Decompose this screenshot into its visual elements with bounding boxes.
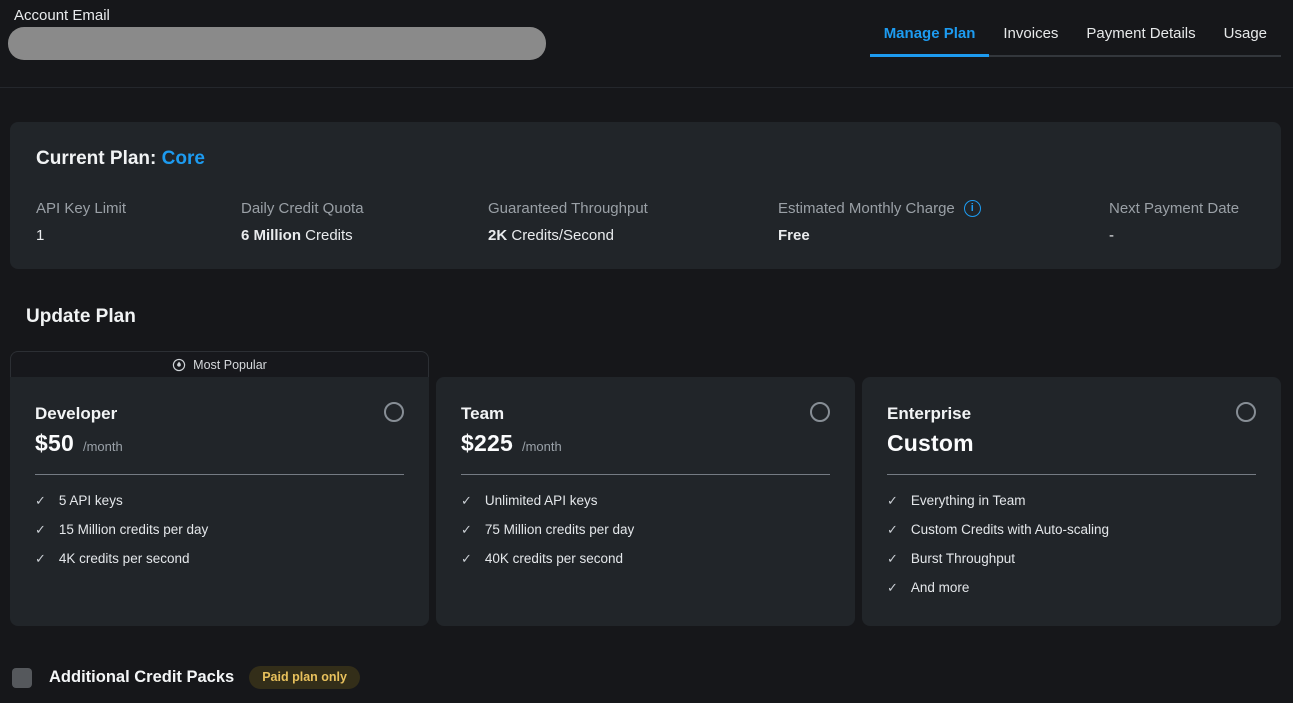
stat-next-payment-date: Next Payment Date - <box>1109 200 1255 244</box>
billing-tabs: Manage Plan Invoices Payment Details Usa… <box>870 25 1281 57</box>
stat-value: 2K Credits/Second <box>488 227 778 244</box>
plan-period: /month <box>522 439 562 454</box>
stat-value: 1 <box>36 227 241 244</box>
check-icon: ✓ <box>887 579 898 597</box>
plan-price: $50 <box>35 430 74 457</box>
check-icon: ✓ <box>461 521 472 539</box>
plan-divider <box>35 474 404 475</box>
plan-features: ✓5 API keys ✓15 Million credits per day … <box>35 492 404 568</box>
tab-manage-plan[interactable]: Manage Plan <box>870 25 990 57</box>
stat-label: API Key Limit <box>36 200 241 217</box>
tab-invoices[interactable]: Invoices <box>989 25 1072 55</box>
stat-label: Estimated Monthly Chargei <box>778 200 1109 217</box>
plan-price: Custom <box>887 430 974 457</box>
plan-feature: ✓And more <box>887 579 1256 597</box>
additional-credit-packs-label: Additional Credit Packs <box>49 668 234 687</box>
plan-price: $225 <box>461 430 513 457</box>
plan-name: Enterprise <box>887 404 1256 424</box>
plan-card-developer[interactable]: Developer $50 /month ✓5 API keys ✓15 Mil… <box>10 377 429 626</box>
stat-daily-credit-quota: Daily Credit Quota 6 Million Credits <box>241 200 488 244</box>
check-icon: ✓ <box>887 550 898 568</box>
stat-label: Guaranteed Throughput <box>488 200 778 217</box>
current-plan-name: Core <box>162 148 205 169</box>
plan-radio-developer[interactable] <box>384 402 404 422</box>
flame-icon <box>172 358 186 372</box>
plan-feature: ✓15 Million credits per day <box>35 521 404 539</box>
check-icon: ✓ <box>461 492 472 510</box>
most-popular-label: Most Popular <box>193 358 267 372</box>
plan-feature: ✓Unlimited API keys <box>461 492 830 510</box>
check-icon: ✓ <box>35 550 46 568</box>
band-spacer <box>862 351 1281 377</box>
check-icon: ✓ <box>35 492 46 510</box>
tab-usage[interactable]: Usage <box>1210 25 1281 55</box>
plan-column-enterprise: Enterprise Custom ✓Everything in Team ✓C… <box>862 351 1281 626</box>
stat-label: Next Payment Date <box>1109 200 1255 217</box>
check-icon: ✓ <box>887 521 898 539</box>
plan-column-team: Team $225 /month ✓Unlimited API keys ✓75… <box>436 351 855 626</box>
plan-divider <box>461 474 830 475</box>
stat-label: Daily Credit Quota <box>241 200 488 217</box>
plan-card-team[interactable]: Team $225 /month ✓Unlimited API keys ✓75… <box>436 377 855 626</box>
current-plan-stats: API Key Limit 1 Daily Credit Quota 6 Mil… <box>36 200 1255 244</box>
plan-feature: ✓Everything in Team <box>887 492 1256 510</box>
current-plan-card: Current Plan: Core API Key Limit 1 Daily… <box>10 122 1281 269</box>
update-plan-heading: Update Plan <box>26 306 1293 328</box>
plan-feature: ✓40K credits per second <box>461 550 830 568</box>
plan-features: ✓Unlimited API keys ✓75 Million credits … <box>461 492 830 568</box>
plan-column-developer: Most Popular Developer $50 /month ✓5 API… <box>10 351 429 626</box>
plan-features: ✓Everything in Team ✓Custom Credits with… <box>887 492 1256 597</box>
check-icon: ✓ <box>887 492 898 510</box>
plan-price-row: $50 /month <box>35 430 404 457</box>
plan-divider <box>887 474 1256 475</box>
plan-feature: ✓4K credits per second <box>35 550 404 568</box>
stat-guaranteed-throughput: Guaranteed Throughput 2K Credits/Second <box>488 200 778 244</box>
stat-estimated-monthly-charge: Estimated Monthly Chargei Free <box>778 200 1109 244</box>
plan-cards-row: Most Popular Developer $50 /month ✓5 API… <box>10 351 1281 626</box>
current-plan-title: Current Plan: Core <box>36 148 1255 170</box>
account-email-input[interactable] <box>8 27 546 60</box>
stat-value: Free <box>778 227 1109 244</box>
plan-name: Team <box>461 404 830 424</box>
additional-credit-packs-checkbox[interactable] <box>12 668 32 688</box>
plan-radio-enterprise[interactable] <box>1236 402 1256 422</box>
top-bar: Account Email Manage Plan Invoices Payme… <box>0 0 1293 88</box>
plan-card-enterprise[interactable]: Enterprise Custom ✓Everything in Team ✓C… <box>862 377 1281 626</box>
check-icon: ✓ <box>461 550 472 568</box>
stat-value: - <box>1109 227 1255 244</box>
check-icon: ✓ <box>35 521 46 539</box>
additional-credit-packs-row: Additional Credit Packs Paid plan only <box>12 666 1293 689</box>
stat-api-key-limit: API Key Limit 1 <box>36 200 241 244</box>
paid-plan-only-badge: Paid plan only <box>249 666 360 689</box>
account-email-label: Account Email <box>14 7 110 24</box>
plan-feature: ✓5 API keys <box>35 492 404 510</box>
plan-name: Developer <box>35 404 404 424</box>
tab-payment-details[interactable]: Payment Details <box>1072 25 1209 55</box>
band-spacer <box>436 351 855 377</box>
plan-feature: ✓75 Million credits per day <box>461 521 830 539</box>
plan-feature: ✓Burst Throughput <box>887 550 1256 568</box>
most-popular-badge: Most Popular <box>10 351 429 377</box>
plan-feature: ✓Custom Credits with Auto-scaling <box>887 521 1256 539</box>
plan-radio-team[interactable] <box>810 402 830 422</box>
plan-price-row: Custom <box>887 430 1256 457</box>
plan-price-row: $225 /month <box>461 430 830 457</box>
current-plan-prefix: Current Plan: <box>36 148 162 169</box>
info-icon[interactable]: i <box>964 200 981 217</box>
stat-value: 6 Million Credits <box>241 227 488 244</box>
plan-period: /month <box>83 439 123 454</box>
